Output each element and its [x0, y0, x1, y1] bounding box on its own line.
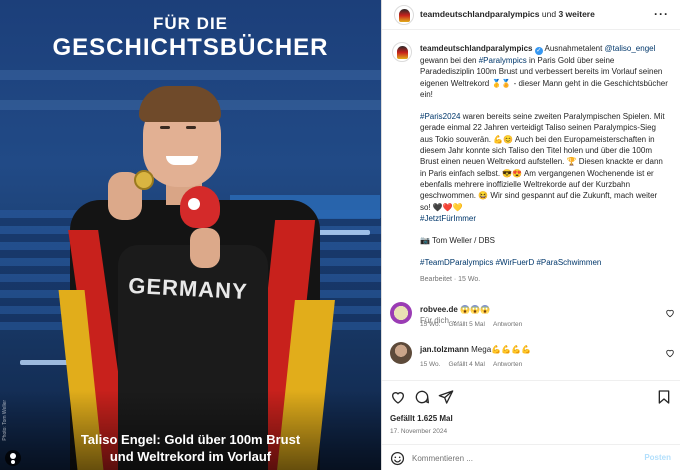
post-button[interactable]: Posten — [644, 453, 671, 462]
athlete-smile — [166, 156, 198, 165]
comment-text: robvee.de 😱😱😱 — [420, 305, 490, 314]
caption-credit: 📷 Tom Weller / DBS — [420, 236, 496, 246]
post-panel: teamdeutschlandparalympics und 3 weitere… — [381, 0, 680, 470]
mascot-toy — [180, 186, 220, 228]
avatar[interactable] — [390, 302, 412, 324]
comment-likes[interactable]: Gefällt 5 Mal — [448, 321, 485, 328]
avatar[interactable] — [394, 5, 414, 25]
avatar[interactable] — [390, 342, 412, 364]
avatar[interactable] — [392, 42, 412, 62]
reply-button[interactable]: Antworten — [493, 321, 522, 328]
athlete-eye — [186, 126, 196, 129]
hashtag-link[interactable]: #Paralympics — [479, 56, 527, 65]
tagged-users-icon[interactable] — [5, 450, 21, 466]
share-icon[interactable] — [438, 389, 454, 405]
likes-count[interactable]: Gefällt 1.625 Mal — [390, 414, 453, 423]
comment-user[interactable]: robvee.de — [420, 305, 458, 314]
comment-meta: 15 Wo. Gefällt 5 Mal Antworten — [420, 321, 530, 328]
comment-input[interactable] — [412, 451, 622, 466]
comment-icon[interactable] — [414, 389, 430, 405]
post-header: teamdeutschlandparalympics und 3 weitere… — [382, 0, 680, 30]
post-caption: teamdeutschlandparalympics ✓ Ausnahmetal… — [420, 43, 670, 296]
comment-meta: 15 Wo. Gefällt 4 Mal Antworten — [420, 361, 530, 368]
post-image[interactable]: FÜR DIE GESCHICHTSBÜCHER GERMANY Taliso … — [0, 0, 381, 470]
emoji-icon[interactable] — [390, 451, 405, 466]
caption-author[interactable]: teamdeutschlandparalympics — [420, 44, 532, 53]
caption-text: gewann bei den — [420, 56, 479, 65]
comment-body: Mega💪💪💪💪 — [471, 345, 531, 354]
comment-age: 15 Wo. — [420, 321, 441, 328]
image-caption-line1: Taliso Engel: Gold über 100m Brust — [80, 432, 301, 447]
hashtag-link[interactable]: #Paris2024 — [420, 112, 460, 121]
edited-meta: Bearbeitet · 15 Wo. — [420, 275, 481, 283]
athlete-eye — [160, 126, 170, 129]
hashtag-link[interactable]: #JetztFürImmer — [420, 214, 476, 223]
post-body: teamdeutschlandparalympics ✓ Ausnahmetal… — [382, 30, 680, 380]
mascot-eye — [188, 198, 200, 210]
headline-line2: GESCHICHTSBÜCHER — [52, 34, 329, 61]
comment-text: jan.tolzmann Mega💪💪💪💪 — [420, 345, 531, 354]
gold-medal — [134, 170, 154, 190]
comment-user[interactable]: jan.tolzmann — [420, 345, 469, 354]
bookmark-icon[interactable] — [656, 389, 672, 405]
hashtag-links[interactable]: #TeamDParalympics #WirFuerD #ParaSchwimm… — [420, 257, 670, 268]
post-date: 17. November 2024 — [390, 428, 448, 435]
header-connector: und — [541, 9, 557, 19]
comment-age: 15 Wo. — [420, 361, 441, 368]
stadium-band — [0, 70, 381, 80]
headline-line1: FÜR DIE — [153, 14, 228, 33]
photo-credit: Photo: Tom Weller — [2, 400, 8, 441]
heart-icon[interactable] — [665, 308, 675, 318]
image-caption-line2: und Weltrekord im Vorlauf — [109, 449, 272, 464]
reply-button[interactable]: Antworten — [493, 361, 522, 368]
mention-link[interactable]: @taliso_engel — [605, 44, 656, 53]
header-account[interactable]: teamdeutschlandparalympics — [420, 9, 540, 19]
header-others[interactable]: 3 weitere — [558, 9, 594, 19]
caption-text: Ausnahmetalent — [542, 44, 605, 53]
heart-icon[interactable] — [390, 389, 406, 405]
comment-likes[interactable]: Gefällt 4 Mal — [448, 361, 485, 368]
verified-icon: ✓ — [534, 47, 543, 55]
add-comment-bar: Posten — [382, 444, 680, 470]
caption-text: waren bereits seine zweiten Paralympisch… — [420, 112, 665, 212]
heart-icon[interactable] — [665, 348, 675, 358]
header-accounts[interactable]: teamdeutschlandparalympics und 3 weitere — [420, 9, 595, 19]
more-horizontal-icon[interactable]: ··· — [654, 7, 669, 21]
comment-body: 😱😱😱 — [460, 305, 490, 314]
athlete-hand-right — [190, 228, 220, 268]
action-bar: Gefällt 1.625 Mal 17. November 2024 Post… — [382, 380, 680, 470]
athlete-hair — [139, 86, 221, 122]
